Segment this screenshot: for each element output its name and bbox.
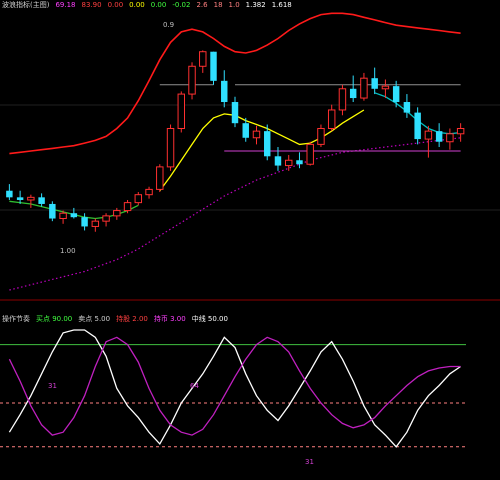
- candle-body-up: [27, 196, 35, 201]
- candle-body-up: [327, 109, 336, 129]
- candle-body-down: [403, 102, 411, 113]
- price-label: 1.00: [60, 247, 76, 255]
- candle-body-down: [231, 102, 239, 124]
- candle-body-up: [59, 212, 67, 220]
- chart-background: [0, 0, 500, 480]
- candle-body-down: [210, 51, 217, 81]
- candle-body-up: [424, 130, 433, 140]
- sub-header-value: 买点 90.00: [36, 315, 73, 323]
- sub-header-value: 持币 3.00: [153, 315, 186, 323]
- main-header-value: 1.618: [271, 1, 292, 9]
- candle-body-up: [188, 65, 196, 95]
- oscillator-label: 64: [190, 382, 199, 390]
- candle-body-up: [199, 51, 207, 67]
- candle-body-up: [177, 93, 186, 129]
- oscillator-label: 31: [48, 382, 57, 390]
- candle-body-up: [338, 88, 347, 111]
- sub-header-value: 卖点 5.00: [78, 315, 111, 323]
- sub-header-value: 持股 2.00: [116, 315, 148, 323]
- main-header-value: 2.6: [196, 1, 208, 9]
- candle-body-up: [360, 77, 368, 99]
- candle-body-down: [242, 123, 249, 138]
- main-header-value: 83.90: [81, 1, 102, 9]
- candle-body-up: [306, 143, 314, 165]
- candle-body-up: [456, 127, 465, 135]
- candle-body-up: [123, 202, 132, 212]
- candle-body-up: [284, 159, 293, 167]
- main-header-value: 0.00: [107, 1, 124, 9]
- candle-body-down: [414, 112, 421, 140]
- candle-body-up: [145, 188, 153, 196]
- candle-body-down: [16, 197, 24, 200]
- candle-body-down: [296, 160, 303, 165]
- oscillator-label: 31: [305, 458, 314, 466]
- sub-header-value: 中线 50.00: [191, 315, 228, 323]
- candle-body-up: [102, 215, 110, 222]
- candle-body-up: [317, 127, 325, 145]
- candle-body-down: [371, 78, 378, 89]
- candle-body-up: [91, 220, 100, 227]
- main-header-value: 0.00: [129, 1, 145, 9]
- candle-body-up: [381, 85, 390, 90]
- candle-body-up: [252, 130, 261, 139]
- main-header: 波浪指标(主图) 69.18 83.90 0.00 0.00 0.00 -0.02 2.6 18…: [2, 1, 304, 10]
- candle-body-down: [221, 80, 228, 103]
- candle-body-down: [274, 156, 282, 166]
- chart-stage: 31 64 31 1.00 0.9: [0, 0, 500, 480]
- main-indicator-title: 波浪指标(主图): [2, 1, 50, 9]
- candle-body-up: [166, 127, 175, 168]
- sub-header: 操作节奏 买点 90.00 卖点 5.00 持股 2.00 持币 3.00 中线 50.0…: [2, 315, 240, 324]
- candle-body-up: [113, 210, 121, 217]
- main-header-value: 1.382: [245, 1, 266, 9]
- sub-header-values: 买点 90.00 卖点 5.00 持股 2.00 持币 3.00 中线 50.00: [36, 315, 234, 323]
- main-header-value: 1.0: [228, 1, 240, 9]
- peak-label: 0.9: [163, 21, 174, 29]
- candle-body-down: [264, 131, 271, 157]
- main-header-values: 69.18 83.90 0.00 0.00 0.00 -0.02 2.6 18 1.0 1.382…: [55, 1, 297, 9]
- candle-body-down: [38, 197, 45, 204]
- candle-body-up: [134, 194, 143, 204]
- candle-body-down: [392, 86, 400, 103]
- main-header-value: 0.00: [150, 1, 167, 9]
- sub-indicator-title: 操作节奏: [2, 315, 30, 323]
- candle-body-down: [70, 213, 78, 218]
- candle-body-down: [435, 131, 443, 142]
- candle-body-down: [349, 88, 357, 99]
- candle-body-up: [446, 133, 454, 143]
- candle-body-down: [49, 203, 56, 219]
- candle-body-down: [6, 190, 13, 198]
- candle-body-down: [81, 217, 88, 227]
- candle-body-up: [156, 166, 164, 190]
- main-header-value: -0.02: [172, 1, 191, 9]
- main-header-value: 69.18: [55, 1, 76, 9]
- main-header-value: 18: [213, 1, 223, 9]
